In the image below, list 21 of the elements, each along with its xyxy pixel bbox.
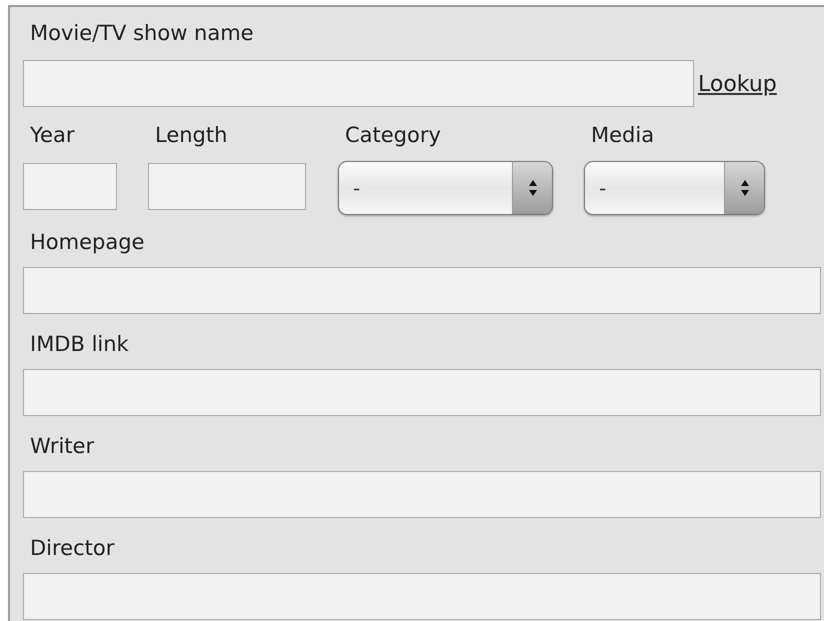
dropdown-select[interactable]: - xyxy=(338,161,553,215)
input-field[interactable] xyxy=(23,573,821,620)
field-label: Length xyxy=(154,122,228,149)
input-field[interactable] xyxy=(23,60,694,107)
field-label: Year xyxy=(29,122,76,149)
stepper-icon xyxy=(740,179,750,197)
field-label: Writer xyxy=(29,433,96,460)
field-label: Category xyxy=(344,122,442,149)
input-field[interactable] xyxy=(23,369,821,416)
field-label: Homepage xyxy=(29,229,146,256)
field-label: Movie/TV show name xyxy=(29,20,255,47)
stepper-icon xyxy=(528,179,538,197)
field-label: Media xyxy=(590,122,656,149)
input-field[interactable] xyxy=(23,471,821,518)
field-label: IMDB link xyxy=(29,331,130,358)
field-label: Director xyxy=(29,535,116,562)
dropdown-select[interactable]: - xyxy=(584,161,765,215)
input-field[interactable] xyxy=(23,163,117,210)
input-field[interactable] xyxy=(23,267,821,314)
lookup-link[interactable]: Lookup xyxy=(698,68,777,107)
input-field[interactable] xyxy=(148,163,306,210)
